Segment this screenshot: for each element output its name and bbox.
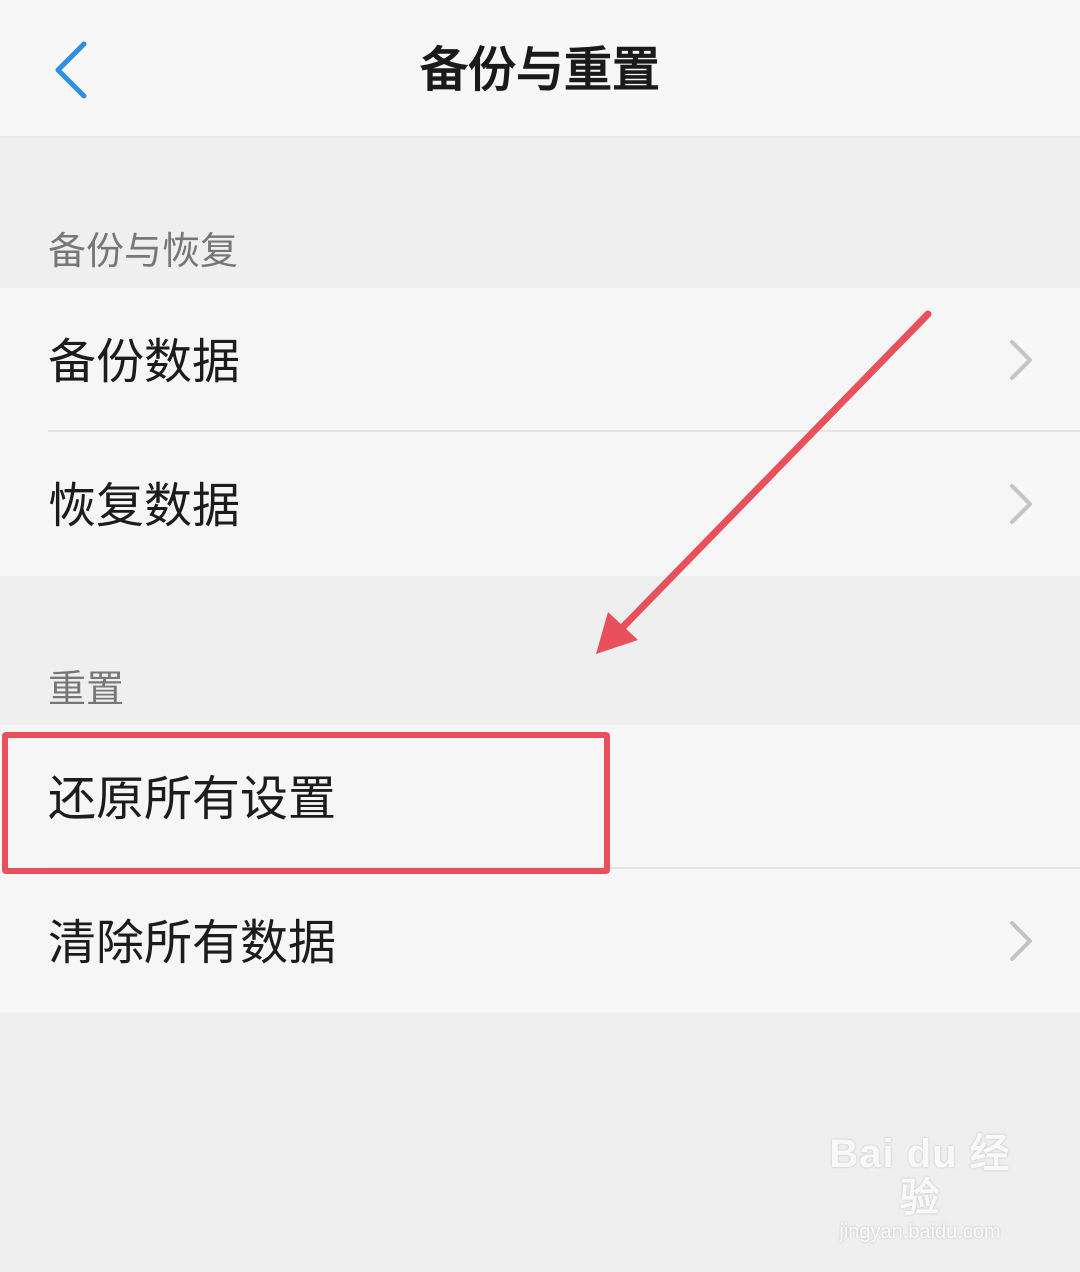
restore-data-item[interactable]: 恢复数据 [0, 432, 1080, 576]
backup-data-item[interactable]: 备份数据 [0, 288, 1080, 432]
section-header-reset: 重置 [48, 667, 125, 711]
top-bar: 备份与重置 [0, 0, 1080, 138]
watermark-logo: Bai du 经验 [829, 1132, 1011, 1220]
baidu-jingyan-watermark: Bai du 经验 jingyan.baidu.com [820, 1132, 1020, 1244]
chevron-right-icon [1010, 484, 1032, 524]
page-title: 备份与重置 [419, 42, 660, 98]
erase-all-data-label: 清除所有数据 [48, 915, 337, 971]
reset-all-settings-item[interactable]: 还原所有设置 [0, 725, 1080, 869]
backup-restore-group: 备份数据 恢复数据 [0, 288, 1080, 576]
restore-data-label: 恢复数据 [48, 478, 241, 534]
backup-data-label: 备份数据 [48, 334, 241, 390]
reset-group: 还原所有设置 清除所有数据 [0, 725, 1080, 1013]
chevron-right-icon [1010, 340, 1032, 380]
chevron-right-icon [1010, 921, 1032, 961]
erase-all-data-item[interactable]: 清除所有数据 [0, 869, 1080, 1013]
watermark-url: jingyan.baidu.com [839, 1221, 1001, 1243]
section-header-backup-restore: 备份与恢复 [48, 229, 239, 273]
reset-all-settings-label: 还原所有设置 [48, 771, 337, 827]
annotation-arrow [596, 310, 932, 654]
settings-screen: 备份与重置 备份与恢复 备份数据 恢复数据 重置 还原所有设置 清除所有数据 B… [0, 0, 1080, 1272]
